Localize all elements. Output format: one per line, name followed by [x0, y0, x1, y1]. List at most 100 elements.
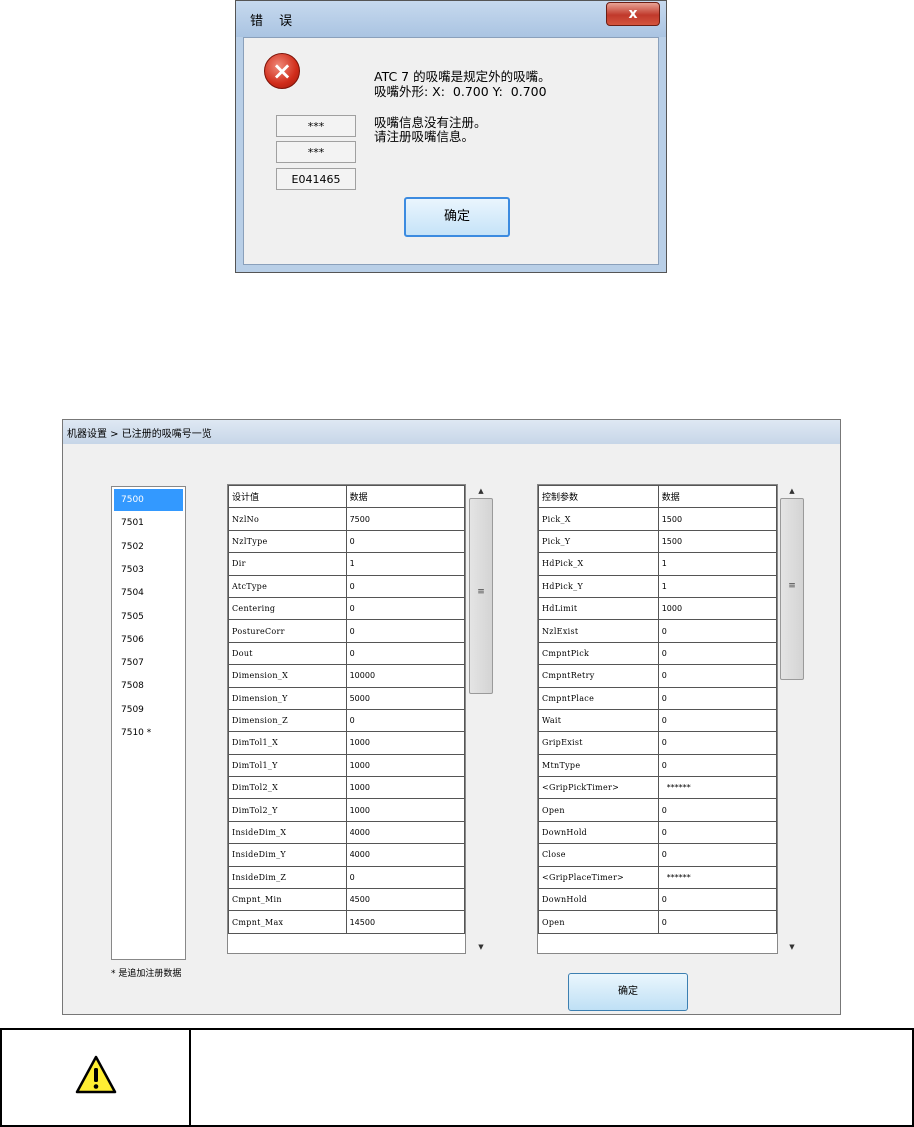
table-row[interactable]: Pick_X 1500	[538, 507, 777, 531]
table-row[interactable]: Cmpnt_Max 14500	[228, 910, 465, 934]
param-value-cell[interactable]: 0	[657, 664, 777, 688]
nozzle-list-item[interactable]: 7510 *	[114, 722, 183, 744]
design-table-scrollbar[interactable]: ▲ ≡ ▼	[467, 484, 495, 954]
param-value-cell[interactable]: 0	[657, 753, 777, 778]
param-name-cell[interactable]: Wait	[538, 708, 659, 733]
param-name-cell[interactable]: Cmpnt_Max	[228, 910, 347, 934]
table-row[interactable]: HdLimit 1000	[538, 596, 777, 621]
param-name-cell[interactable]: InsideDim_X	[228, 820, 347, 845]
table-row[interactable]: InsideDim_Z 0	[228, 865, 465, 890]
table-row[interactable]: NzlType 0	[228, 529, 465, 554]
scroll-thumb[interactable]: ≡	[780, 498, 804, 680]
table-row[interactable]: HdPick_X 1	[538, 552, 777, 576]
param-name-cell[interactable]: NzlExist	[538, 619, 659, 643]
param-value-cell[interactable]: 10000	[345, 664, 465, 688]
nozzle-list-item[interactable]: 7504	[114, 582, 183, 604]
table-row[interactable]: Pick_Y 1500	[538, 529, 777, 554]
table-row[interactable]: Centering 0	[228, 596, 465, 621]
param-value-cell[interactable]: 0	[345, 574, 465, 598]
param-value-cell[interactable]: 0	[345, 708, 465, 733]
scroll-thumb[interactable]: ≡	[469, 498, 493, 694]
param-value-cell[interactable]: 0	[657, 843, 777, 867]
table-row[interactable]: Wait 0	[538, 708, 777, 733]
param-value-cell[interactable]: 1	[657, 574, 777, 598]
param-name-cell[interactable]: DownHold	[538, 820, 659, 845]
param-value-cell[interactable]: 1	[657, 552, 777, 576]
param-value-cell[interactable]: 1000	[345, 753, 465, 778]
param-value-cell[interactable]: 0	[657, 619, 777, 643]
table-row[interactable]: GripExist 0	[538, 731, 777, 755]
param-name-cell[interactable]: HdPick_X	[538, 552, 659, 576]
param-name-cell[interactable]: DimTol2_X	[228, 776, 347, 800]
param-name-cell[interactable]: Centering	[228, 596, 347, 621]
param-value-cell[interactable]: 1500	[657, 529, 777, 554]
param-value-cell[interactable]: 0	[657, 641, 777, 666]
param-name-cell[interactable]: HdLimit	[538, 596, 659, 621]
param-value-cell[interactable]: 14500	[345, 910, 465, 934]
nozzle-list-item[interactable]: 7506	[114, 629, 183, 651]
table-row[interactable]: CmpntRetry 0	[538, 664, 777, 688]
param-name-cell[interactable]: DimTol2_Y	[228, 798, 347, 822]
param-name-cell[interactable]: GripExist	[538, 731, 659, 755]
param-name-cell[interactable]: HdPick_Y	[538, 574, 659, 598]
table-row[interactable]: Dimension_Y 5000	[228, 686, 465, 710]
param-name-cell[interactable]: PostureCorr	[228, 619, 347, 643]
param-value-cell[interactable]: 1000	[657, 596, 777, 621]
table-row[interactable]: MtnType 0	[538, 753, 777, 778]
scroll-up-arrow-icon[interactable]: ▲	[778, 484, 806, 498]
param-name-cell[interactable]: Dir	[228, 552, 347, 576]
param-value-cell[interactable]: 0	[657, 708, 777, 733]
param-value-cell[interactable]: 1	[345, 552, 465, 576]
nozzle-list-item[interactable]: 7507	[114, 652, 183, 674]
param-value-cell[interactable]: 0	[345, 865, 465, 890]
nozzle-list-item[interactable]: 7505	[114, 606, 183, 628]
param-value-cell[interactable]: 4000	[345, 843, 465, 867]
param-value-cell[interactable]: 1500	[657, 507, 777, 531]
param-name-cell[interactable]: AtcType	[228, 574, 347, 598]
table-row[interactable]: DownHold 0	[538, 820, 777, 845]
error-dialog-titlebar[interactable]: 错 误 x	[236, 1, 666, 37]
nozzle-list-item[interactable]: 7509	[114, 699, 183, 721]
param-name-cell[interactable]: Pick_X	[538, 507, 659, 531]
nozzle-list-item[interactable]: 7502	[114, 536, 183, 558]
param-name-cell[interactable]: DownHold	[538, 888, 659, 912]
nozzle-list-item[interactable]: 7500	[114, 489, 183, 511]
design-value-table[interactable]: 设计值 数据 NzlNo 7500 NzlType 0 Dir 1 AtcType 0 Center…	[227, 484, 466, 954]
param-name-cell[interactable]: CmpntRetry	[538, 664, 659, 688]
param-value-cell[interactable]: 1000	[345, 731, 465, 755]
param-value-cell[interactable]: ******	[657, 865, 777, 890]
table-row[interactable]: Dir 1	[228, 552, 465, 576]
param-value-cell[interactable]: 5000	[345, 686, 465, 710]
param-name-cell[interactable]: CmpntPick	[538, 641, 659, 666]
table-row[interactable]: DimTol2_X 1000	[228, 776, 465, 800]
table-row[interactable]: HdPick_Y 1	[538, 574, 777, 598]
param-name-cell[interactable]: InsideDim_Z	[228, 865, 347, 890]
param-value-cell[interactable]: 0	[345, 641, 465, 666]
param-name-cell[interactable]: Cmpnt_Min	[228, 888, 347, 912]
control-param-table[interactable]: 控制参数 数据 Pick_X 1500 Pick_Y 1500 HdPick_X 1 HdPic…	[537, 484, 778, 954]
table-row[interactable]: Dimension_X 10000	[228, 664, 465, 688]
param-value-cell[interactable]: 7500	[345, 507, 465, 531]
param-name-cell[interactable]: CmpntPlace	[538, 686, 659, 710]
param-name-cell[interactable]: MtnType	[538, 753, 659, 778]
nozzle-list[interactable]: 7500 7501 7502 7503 7504 7505 7506 7507 7508 7509…	[111, 486, 186, 960]
param-name-cell[interactable]: InsideDim_Y	[228, 843, 347, 867]
table-row[interactable]: Cmpnt_Min 4500	[228, 888, 465, 912]
table-row[interactable]: InsideDim_Y 4000	[228, 843, 465, 867]
param-value-cell[interactable]: 0	[657, 888, 777, 912]
param-value-cell[interactable]: 4000	[345, 820, 465, 845]
table-row[interactable]: AtcType 0	[228, 574, 465, 598]
param-value-cell[interactable]: 0	[345, 596, 465, 621]
param-name-cell[interactable]: Pick_Y	[538, 529, 659, 554]
param-name-cell[interactable]: DimTol1_Y	[228, 753, 347, 778]
table-row[interactable]: PostureCorr 0	[228, 619, 465, 643]
table-row[interactable]: InsideDim_X 4000	[228, 820, 465, 845]
param-value-cell[interactable]: 1000	[345, 798, 465, 822]
param-value-cell[interactable]: 0	[657, 686, 777, 710]
table-row[interactable]: CmpntPlace 0	[538, 686, 777, 710]
param-value-cell[interactable]: 0	[345, 529, 465, 554]
nozzle-list-item[interactable]: 7508	[114, 675, 183, 697]
nozzle-list-item[interactable]: 7501	[114, 512, 183, 534]
control-table-scrollbar[interactable]: ▲ ≡ ▼	[778, 484, 806, 954]
param-name-cell[interactable]: <GripPickTimer>	[538, 776, 659, 800]
